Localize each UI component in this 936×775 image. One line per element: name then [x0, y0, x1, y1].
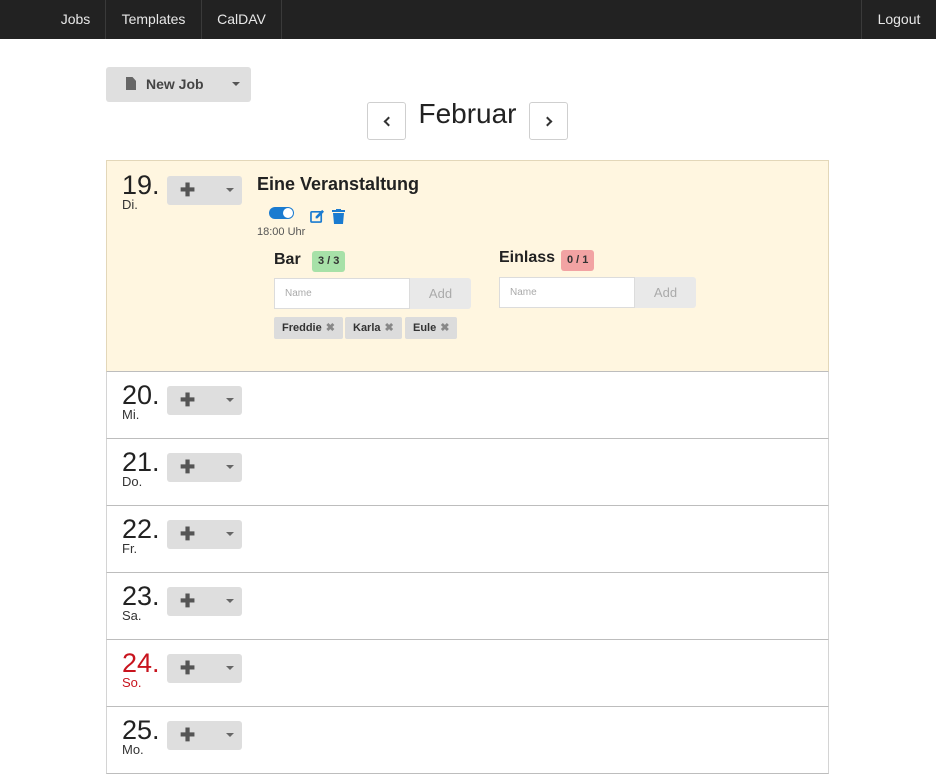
day-name: Di. [122, 197, 138, 212]
toggle-knob [283, 208, 293, 218]
nav-templates[interactable]: Templates [106, 0, 202, 39]
day-row-23: 23. Sa. ✚ [106, 573, 829, 640]
add-event-button[interactable]: ✚ [167, 587, 242, 616]
day-number: 25. [122, 715, 160, 745]
add-event-button[interactable]: ✚ [167, 386, 242, 415]
person-name: Karla [353, 322, 381, 334]
plus-icon: ✚ [180, 591, 196, 611]
chevron-down-icon[interactable] [226, 188, 234, 192]
plus-icon: ✚ [180, 180, 196, 200]
chevron-down-icon[interactable] [226, 465, 234, 469]
new-job-button[interactable]: New Job [106, 67, 251, 102]
file-icon [126, 77, 136, 90]
chevron-left-icon [383, 116, 394, 127]
shift-count-badge: 0 / 1 [561, 250, 595, 271]
add-event-button[interactable]: ✚ [167, 520, 242, 549]
day-number: 20. [122, 380, 160, 410]
trash-icon[interactable] [332, 209, 345, 224]
day-number: 22. [122, 514, 160, 544]
day-name: Mo. [122, 742, 144, 757]
nav-logout[interactable]: Logout [861, 0, 936, 39]
add-event-button[interactable]: ✚ [167, 453, 242, 482]
shift-count-badge: 3 / 3 [312, 251, 346, 272]
add-event-button[interactable]: ✚ [167, 721, 242, 750]
chevron-down-icon[interactable] [226, 733, 234, 737]
chevron-down-icon[interactable] [226, 398, 234, 402]
day-number: 19. [122, 170, 160, 200]
prev-month-button[interactable] [367, 102, 406, 140]
day-name: Do. [122, 474, 143, 489]
plus-icon: ✚ [180, 524, 196, 544]
next-month-button[interactable] [529, 102, 568, 140]
remove-icon[interactable]: ✖ [440, 322, 449, 334]
event-time: 18:00 Uhr [257, 226, 306, 238]
einlass-name-input[interactable] [499, 277, 635, 308]
day-row-22: 22. Fr. ✚ [106, 506, 829, 573]
bar-add-button[interactable]: Add [410, 278, 471, 309]
chevron-down-icon[interactable] [232, 82, 240, 86]
new-job-label: New Job [146, 76, 204, 92]
event-toggle[interactable] [269, 207, 294, 219]
nav-caldav[interactable]: CalDAV [202, 0, 282, 39]
day-name: Mi. [122, 407, 140, 422]
day-number: 21. [122, 447, 160, 477]
day-number: 24. [122, 648, 160, 678]
person-tag[interactable]: Eule ✖ [405, 317, 458, 339]
top-nav: Jobs Templates CalDAV Logout [0, 0, 936, 39]
day-row-19: 19. Di. ✚ Eine Veranstaltung 18:00 Uhr B… [106, 160, 829, 372]
day-row-24: 24. So. ✚ [106, 640, 829, 707]
day-name: So. [122, 675, 142, 690]
chevron-down-icon[interactable] [226, 599, 234, 603]
day-name: Sa. [122, 608, 142, 623]
remove-icon[interactable]: ✖ [326, 322, 335, 334]
add-event-button[interactable]: ✚ [167, 654, 242, 683]
person-tag[interactable]: Freddie ✖ [274, 317, 343, 339]
person-name: Freddie [282, 322, 322, 334]
day-row-20: 20. Mi. ✚ [106, 372, 829, 439]
add-event-button[interactable]: ✚ [167, 176, 242, 205]
shift-title-bar: Bar [274, 251, 301, 268]
event-title: Eine Veranstaltung [257, 174, 420, 194]
remove-icon[interactable]: ✖ [385, 322, 394, 334]
month-title: Februar [418, 98, 517, 129]
chevron-down-icon[interactable] [226, 666, 234, 670]
edit-icon[interactable] [310, 209, 325, 223]
chevron-down-icon[interactable] [226, 532, 234, 536]
day-number: 23. [122, 581, 160, 611]
plus-icon: ✚ [180, 457, 196, 477]
chevron-right-icon [542, 116, 553, 127]
einlass-add-button[interactable]: Add [635, 277, 696, 308]
plus-icon: ✚ [180, 725, 196, 745]
shift-title-einlass: Einlass [499, 249, 556, 266]
plus-icon: ✚ [180, 658, 196, 678]
nav-jobs[interactable]: Jobs [46, 0, 106, 39]
day-row-21: 21. Do. ✚ [106, 439, 829, 506]
person-tag[interactable]: Karla ✖ [345, 317, 402, 339]
day-row-25: 25. Mo. ✚ [106, 707, 829, 774]
person-name: Eule [413, 322, 437, 334]
bar-name-input[interactable] [274, 278, 410, 309]
day-name: Fr. [122, 541, 138, 556]
plus-icon: ✚ [180, 390, 196, 410]
